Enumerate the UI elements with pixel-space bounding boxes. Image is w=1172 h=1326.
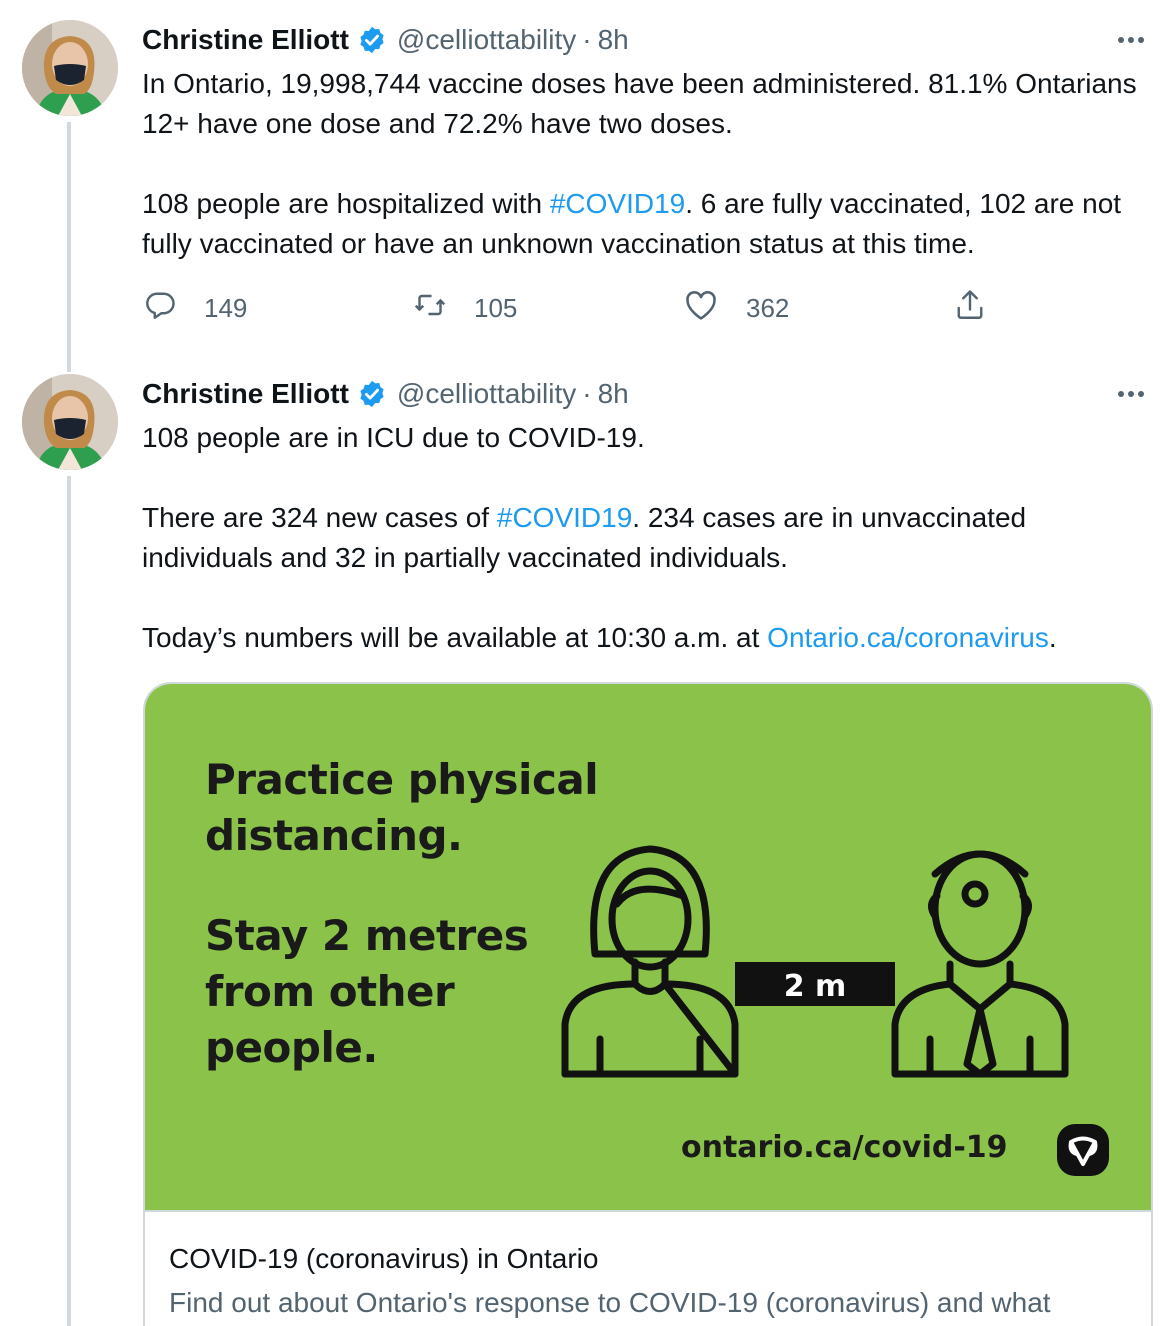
retweet-button[interactable]: 105 <box>412 288 517 328</box>
card-image-url: ontario.ca/covid-19 <box>681 1130 1008 1165</box>
verified-badge-icon <box>357 25 387 55</box>
card-description: Find out about Ontario's response to COV… <box>169 1287 1051 1318</box>
tweet-text: In Ontario, 19,998,744 vaccine doses hav… <box>142 64 1152 264</box>
tweet-header: Christine Elliott @celliottability · 8h <box>142 374 629 414</box>
separator-dot: · <box>582 378 592 409</box>
share-button[interactable] <box>952 288 988 328</box>
share-icon <box>952 287 988 330</box>
like-icon <box>682 286 720 331</box>
author-handle[interactable]: @celliottability <box>397 378 576 410</box>
link-preview-card[interactable]: Practice physical distancing. Stay 2 met… <box>143 682 1153 1326</box>
tweet-paragraph: 108 people are in ICU due to COVID-19. <box>142 422 645 453</box>
author-name[interactable]: Christine Elliott <box>142 24 349 56</box>
reply-icon <box>142 287 178 330</box>
tweet-timestamp[interactable]: 8h <box>598 24 629 56</box>
avatar[interactable] <box>22 20 118 116</box>
separator-dot: · <box>582 24 592 55</box>
reply-button[interactable]: 149 <box>142 288 247 328</box>
tweet-paragraph: Today’s numbers will be available at 10:… <box>142 622 1057 653</box>
author-handle[interactable]: @celliottability <box>397 24 576 56</box>
card-image-subhead: Stay 2 metres from other people. <box>205 911 529 1072</box>
tweet-paragraph: In Ontario, 19,998,744 vaccine doses hav… <box>142 68 1137 139</box>
thread-line-2 <box>67 476 71 1326</box>
distance-label: 2 m <box>784 969 847 1004</box>
like-button[interactable]: 362 <box>682 288 789 328</box>
like-count: 362 <box>746 292 790 323</box>
tweet-header: Christine Elliott @celliottability · 8h <box>142 20 629 60</box>
card-image-headline: Practice physical distancing. <box>205 755 599 860</box>
distancing-illustration: 2 m <box>561 845 1069 1078</box>
ontario-trillium-logo <box>1057 1124 1109 1176</box>
thread-line-1 <box>67 122 71 372</box>
reply-count: 149 <box>204 292 248 323</box>
card-title: COVID-19 (coronavirus) in Ontario <box>169 1243 599 1274</box>
url-link[interactable]: Ontario.ca/coronavirus <box>767 622 1049 653</box>
tweet-actions: 149 105 362 <box>142 288 1002 328</box>
verified-badge-icon <box>357 379 387 409</box>
more-icon[interactable] <box>1114 379 1148 409</box>
author-name[interactable]: Christine Elliott <box>142 378 349 410</box>
retweet-count: 105 <box>474 292 518 323</box>
hashtag-link[interactable]: #COVID19 <box>550 188 685 219</box>
card-meta: COVID-19 (coronavirus) in Ontario Find o… <box>169 1239 1129 1323</box>
tweet-timestamp[interactable]: 8h <box>598 378 629 410</box>
tweet-paragraph: There are 324 new cases of #COVID19. 234… <box>142 502 1027 573</box>
card-image: Practice physical distancing. Stay 2 met… <box>145 684 1151 1212</box>
tweet-text: 108 people are in ICU due to COVID-19. T… <box>142 418 1152 658</box>
retweet-icon <box>412 287 448 330</box>
avatar[interactable] <box>22 374 118 470</box>
hashtag-link[interactable]: #COVID19 <box>497 502 632 533</box>
more-icon[interactable] <box>1114 25 1148 55</box>
tweet-paragraph: 108 people are hospitalized with #COVID1… <box>142 188 1122 259</box>
